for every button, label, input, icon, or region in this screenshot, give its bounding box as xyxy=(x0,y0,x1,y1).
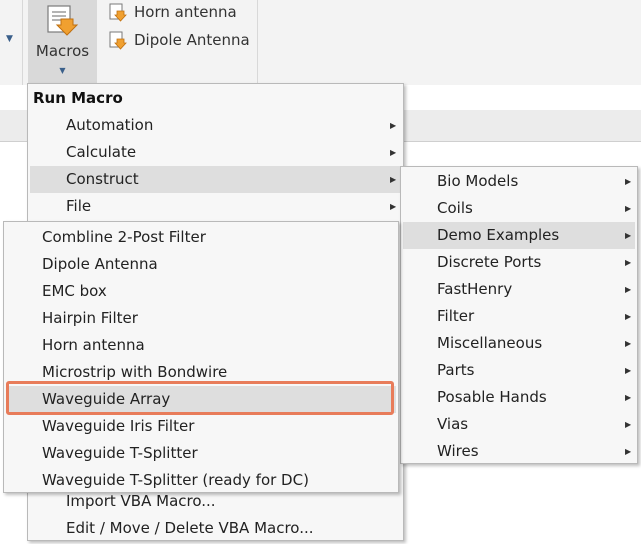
menu-item-label: Bio Models xyxy=(437,172,519,190)
menu-item-label: Dipole Antenna xyxy=(42,255,158,273)
menu-item-construct[interactable]: Construct ▶ xyxy=(30,166,401,193)
menu-item-bio-models[interactable]: Bio Models ▶ xyxy=(403,168,635,195)
menu-item-dipole-antenna[interactable]: Dipole Antenna xyxy=(6,251,396,278)
macros-dropdown-icon: ▼ xyxy=(59,66,66,75)
chevron-right-icon: ▶ xyxy=(625,258,632,267)
macro-script-icon xyxy=(47,5,79,36)
menu-item-label: Waveguide Iris Filter xyxy=(42,417,195,435)
chevron-right-icon: ▶ xyxy=(390,202,397,211)
chevron-right-icon: ▶ xyxy=(390,175,397,184)
menu-item-horn-antenna[interactable]: Horn antenna xyxy=(6,332,396,359)
macro-file-icon xyxy=(109,31,127,50)
chevron-right-icon: ▶ xyxy=(390,148,397,157)
construct-submenu: Bio Models ▶ Coils ▶ Demo Examples ▶ Dis… xyxy=(400,166,638,464)
chevron-right-icon: ▶ xyxy=(625,204,632,213)
ribbon-separator xyxy=(257,0,258,85)
menu-item-label: Coils xyxy=(437,199,473,217)
menu-item-waveguide-t-splitter[interactable]: Waveguide T-Splitter xyxy=(6,440,396,467)
chevron-right-icon: ▶ xyxy=(625,393,632,402)
chevron-right-icon: ▶ xyxy=(625,231,632,240)
demo-examples-submenu: Combline 2-Post Filter Dipole Antenna EM… xyxy=(3,221,399,493)
menu-item-waveguide-t-splitter-dc[interactable]: Waveguide T-Splitter (ready for DC) xyxy=(6,467,396,494)
menu-item-label: Discrete Ports xyxy=(437,253,542,271)
chevron-right-icon: ▶ xyxy=(625,285,632,294)
menu-title: Run Macro xyxy=(33,89,123,107)
macros-button[interactable]: Macros ▼ xyxy=(28,0,97,85)
menu-item-label: Edit / Move / Delete VBA Macro... xyxy=(66,519,314,537)
menu-item-label: Combline 2-Post Filter xyxy=(42,228,206,246)
menu-item-label: Posable Hands xyxy=(437,388,547,406)
menu-item-label: Automation xyxy=(66,116,154,134)
menu-item-demo-examples[interactable]: Demo Examples ▶ xyxy=(403,222,635,249)
menu-item-label: Miscellaneous xyxy=(437,334,543,352)
menu-item-label: File xyxy=(66,197,92,215)
chevron-right-icon: ▶ xyxy=(625,339,632,348)
menu-item-label: Demo Examples xyxy=(437,226,560,244)
selection-callout xyxy=(6,381,394,415)
menu-item-parts[interactable]: Parts ▶ xyxy=(403,357,635,384)
menu-item-vias[interactable]: Vias ▶ xyxy=(403,411,635,438)
chevron-right-icon: ▶ xyxy=(625,447,632,456)
chevron-right-icon: ▶ xyxy=(625,420,632,429)
menu-item-filter[interactable]: Filter ▶ xyxy=(403,303,635,330)
menu-item-fasthenry[interactable]: FastHenry ▶ xyxy=(403,276,635,303)
ribbon-dropdown-arrow-icon[interactable]: ▼ xyxy=(6,34,13,44)
chevron-right-icon: ▶ xyxy=(390,121,397,130)
menu-item-coils[interactable]: Coils ▶ xyxy=(403,195,635,222)
menu-item-label: Waveguide T-Splitter xyxy=(42,444,198,462)
menu-item-label: FastHenry xyxy=(437,280,513,298)
chevron-right-icon: ▶ xyxy=(625,366,632,375)
menu-item-hairpin-filter[interactable]: Hairpin Filter xyxy=(6,305,396,332)
menu-item-label: Horn antenna xyxy=(42,336,145,354)
menu-item-label: Hairpin Filter xyxy=(42,309,138,327)
quick-macro-label: Horn antenna xyxy=(134,3,237,21)
menu-item-discrete-ports[interactable]: Discrete Ports ▶ xyxy=(403,249,635,276)
chevron-right-icon: ▶ xyxy=(625,312,632,321)
menu-item-label: EMC box xyxy=(42,282,107,300)
quick-macro-label: Dipole Antenna xyxy=(134,31,250,49)
menu-item-label: Construct xyxy=(66,170,139,188)
menu-item-label: Vias xyxy=(437,415,469,433)
menu-item-label: Waveguide T-Splitter (ready for DC) xyxy=(42,471,309,489)
menu-item-combline-2-post-filter[interactable]: Combline 2-Post Filter xyxy=(6,224,396,251)
menu-item-automation[interactable]: Automation ▶ xyxy=(30,112,401,139)
menu-item-label: Microstrip with Bondwire xyxy=(42,363,228,381)
menu-item-emc-box[interactable]: EMC box xyxy=(6,278,396,305)
menu-item-waveguide-iris-filter[interactable]: Waveguide Iris Filter xyxy=(6,413,396,440)
ribbon-separator xyxy=(22,0,23,85)
menu-item-label: Wires xyxy=(437,442,479,460)
menu-item-posable-hands[interactable]: Posable Hands ▶ xyxy=(403,384,635,411)
menu-item-label: Parts xyxy=(437,361,475,379)
menu-item-label: Filter xyxy=(437,307,475,325)
menu-item-calculate[interactable]: Calculate ▶ xyxy=(30,139,401,166)
menu-item-file[interactable]: File ▶ xyxy=(30,193,401,220)
macro-file-icon xyxy=(109,3,127,22)
chevron-right-icon: ▶ xyxy=(625,177,632,186)
menu-item-label: Import VBA Macro... xyxy=(66,492,216,510)
ribbon: ▼ Macros ▼ Horn antenna Dipole Antenna xyxy=(0,0,641,85)
menu-item-edit-vba-macro[interactable]: Edit / Move / Delete VBA Macro... xyxy=(30,515,401,542)
macros-label: Macros xyxy=(35,42,90,60)
menu-item-label: Calculate xyxy=(66,143,137,161)
menu-item-wires[interactable]: Wires ▶ xyxy=(403,438,635,465)
menu-item-miscellaneous[interactable]: Miscellaneous ▶ xyxy=(403,330,635,357)
